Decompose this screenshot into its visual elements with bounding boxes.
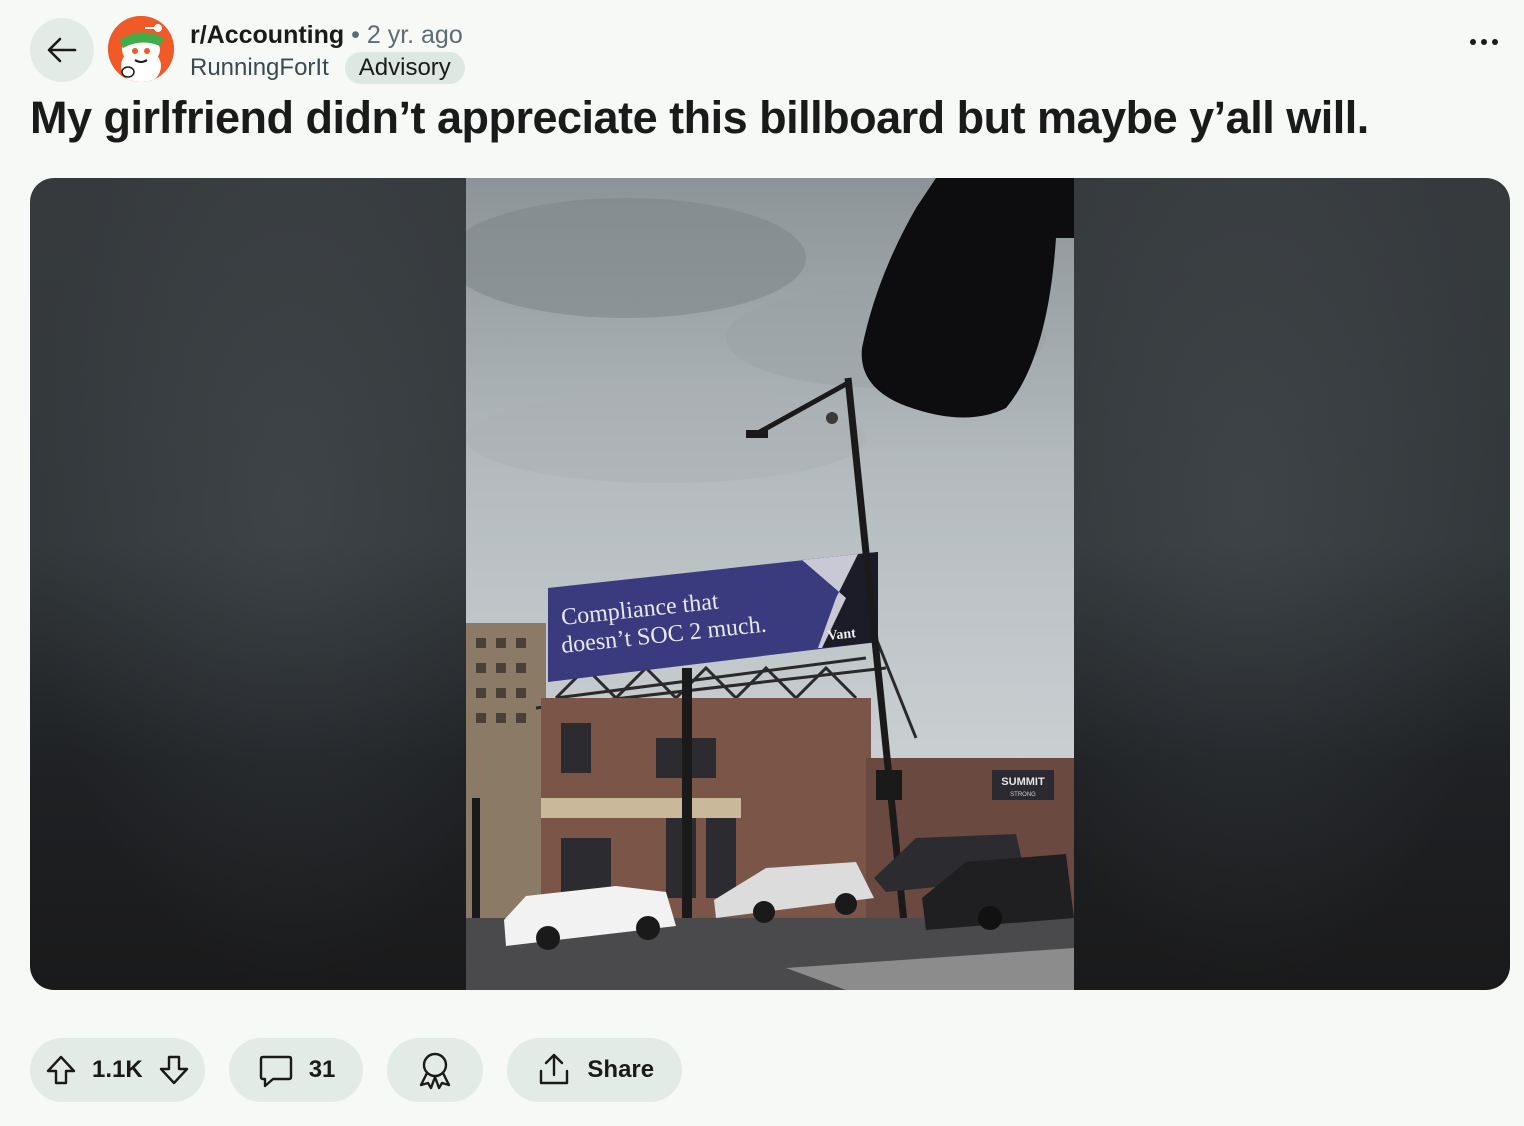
upvote-button[interactable]	[44, 1053, 78, 1087]
downvote-button[interactable]	[157, 1053, 191, 1087]
award-icon	[420, 1052, 451, 1090]
vote-count: 1.1K	[92, 1056, 143, 1083]
post-flair[interactable]: Advisory	[344, 52, 465, 84]
back-button[interactable]	[30, 18, 94, 82]
share-icon	[540, 1053, 569, 1085]
award-button[interactable]	[387, 1038, 484, 1102]
action-bar: 1.1K 31 Share	[30, 1038, 683, 1102]
subreddit-link[interactable]: r/Accounting	[190, 21, 344, 49]
more-options-button[interactable]	[1464, 32, 1504, 52]
store-sign-text: SUMMIT	[1001, 776, 1045, 788]
subreddit-avatar[interactable]	[108, 16, 174, 82]
comments-button[interactable]: 31	[228, 1038, 364, 1102]
comment-count: 31	[308, 1056, 336, 1083]
vote-control: 1.1K	[30, 1038, 205, 1102]
upvote-icon	[46, 1055, 76, 1085]
store-sign-subtext: STRONG	[1010, 792, 1036, 798]
comment-icon	[259, 1055, 292, 1088]
post-meta: r/Accounting • 2 yr. ago RunningForIt Ad…	[190, 18, 465, 84]
avatar-icon	[108, 16, 174, 82]
more-options-icon	[1470, 39, 1476, 45]
post-media[interactable]: SUMMIT STRONG Compliance that doesn’t SO…	[30, 178, 1510, 990]
meta-separator: •	[351, 21, 360, 49]
post-image[interactable]: SUMMIT STRONG Compliance that doesn’t SO…	[466, 178, 1074, 990]
downvote-icon	[159, 1055, 188, 1085]
media-blur-left	[30, 178, 466, 990]
post-title[interactable]: My girlfriend didn’t appreciate this bil…	[30, 92, 1369, 144]
share-button[interactable]: Share	[507, 1038, 683, 1102]
media-blur-right	[1074, 178, 1510, 990]
author-link[interactable]: RunningForIt	[190, 54, 329, 82]
back-arrow-icon	[47, 37, 77, 63]
billboard-brand: Vant	[827, 626, 857, 644]
post-age: 2 yr. ago	[366, 21, 463, 49]
share-label: Share	[587, 1056, 655, 1083]
